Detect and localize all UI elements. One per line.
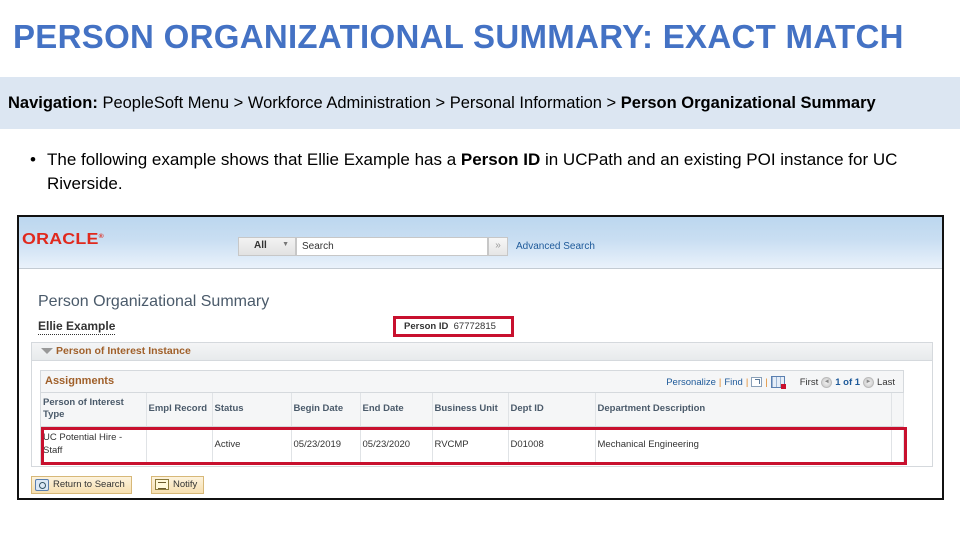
column-header-spacer xyxy=(891,393,904,427)
pager-text: 1 of 1 xyxy=(835,377,860,388)
cell-poi-type: UC Potential Hire - Staff xyxy=(41,426,147,462)
search-scope-value: All xyxy=(254,240,267,251)
bullet-icon: • xyxy=(30,150,36,169)
search-go-button[interactable]: » xyxy=(488,237,508,256)
oracle-logo-text: ORACLE xyxy=(22,231,99,248)
grid-tools: Personalize | Find | | First ◄ 1 of 1 ► … xyxy=(666,376,895,389)
person-name[interactable]: Ellie Example xyxy=(38,319,116,335)
bullet-text: The following example shows that Ellie E… xyxy=(47,148,917,196)
poi-section-title: Person of Interest Instance xyxy=(56,345,191,357)
person-id-label: Person ID xyxy=(404,321,449,332)
first-link[interactable]: First xyxy=(800,377,818,388)
navigation-label: Navigation: xyxy=(8,94,98,112)
column-header: End Date xyxy=(360,393,433,427)
navigation-path: Navigation: PeopleSoft Menu > Workforce … xyxy=(8,94,876,113)
chevron-down-icon: ▼ xyxy=(282,241,289,248)
page-title: Person Organizational Summary xyxy=(38,293,270,310)
registered-mark: ® xyxy=(98,233,104,240)
last-link[interactable]: Last xyxy=(877,377,895,388)
notify-icon xyxy=(155,479,169,490)
search-input[interactable]: Search xyxy=(296,237,488,256)
column-header: Business Unit xyxy=(432,393,509,427)
peoplesoft-screenshot: ORACLE® All ▼ Search » Advanced Search Pe… xyxy=(17,215,944,500)
personalize-link[interactable]: Personalize xyxy=(666,377,716,388)
column-header: Person of Interest Type xyxy=(41,393,147,427)
oracle-logo: ORACLE® xyxy=(22,231,104,249)
find-link[interactable]: Find xyxy=(724,377,742,388)
grid-title: Assignments xyxy=(45,375,115,387)
person-id-highlight: Person ID 67772815 xyxy=(393,316,514,337)
previous-arrow-icon[interactable]: ◄ xyxy=(821,376,833,388)
app-header: ORACLE® All ▼ Search » Advanced Search xyxy=(19,217,942,269)
cell-begin-date: 05/23/2019 xyxy=(291,426,361,462)
return-to-search-label: Return to Search xyxy=(53,479,125,490)
cell-status: Active xyxy=(212,426,292,462)
separator: | xyxy=(718,376,722,388)
separator: | xyxy=(745,376,749,388)
cell-empl-record xyxy=(146,426,213,462)
assignments-grid: Assignments Personalize | Find | | First… xyxy=(40,370,907,465)
assignments-table: Person of Interest Type Empl Record Stat… xyxy=(41,393,904,462)
table-header-row: Person of Interest Type Empl Record Stat… xyxy=(41,393,904,427)
person-id-value: 67772815 xyxy=(453,321,496,332)
navigation-current: Person Organizational Summary xyxy=(620,94,876,112)
advanced-search-link[interactable]: Advanced Search xyxy=(516,241,595,252)
cell-spacer xyxy=(891,426,904,462)
search-scope-select[interactable]: All ▼ xyxy=(238,237,296,256)
column-header: Dept ID xyxy=(508,393,596,427)
return-search-icon xyxy=(35,479,49,491)
column-header: Status xyxy=(212,393,292,427)
column-header: Empl Record xyxy=(146,393,213,427)
slide-title: PERSON ORGANIZATIONAL SUMMARY: EXACT MAT… xyxy=(13,18,904,55)
notify-label: Notify xyxy=(173,479,198,490)
separator: | xyxy=(765,376,768,388)
navigation-path-text: PeopleSoft Menu > Workforce Administrati… xyxy=(102,94,621,112)
cell-business-unit: RVCMP xyxy=(432,426,509,462)
cell-dept-description: Mechanical Engineering xyxy=(595,426,892,462)
poi-section-header[interactable]: Person of Interest Instance xyxy=(32,343,932,361)
bullet-text-before: The following example shows that Ellie E… xyxy=(47,150,461,169)
return-to-search-button[interactable]: Return to Search xyxy=(31,476,132,494)
notify-button[interactable]: Notify xyxy=(151,476,205,494)
download-excel-icon[interactable] xyxy=(770,376,786,389)
cell-end-date: 05/23/2020 xyxy=(360,426,433,462)
pager-count: 1 of 1 xyxy=(835,376,861,388)
poi-instance-section: Person of Interest Instance Assignments … xyxy=(31,342,933,467)
column-header: Begin Date xyxy=(291,393,361,427)
column-header: Department Description xyxy=(595,393,892,427)
bullet-text-bold: Person ID xyxy=(460,150,541,169)
cell-dept-id: D01008 xyxy=(508,426,596,462)
grid-toolbar: Assignments Personalize | Find | | First… xyxy=(41,371,903,393)
view-all-icon[interactable] xyxy=(751,377,763,387)
collapse-triangle-icon[interactable] xyxy=(41,348,53,354)
table-row[interactable]: UC Potential Hire - Staff Active 05/23/2… xyxy=(41,426,904,462)
next-arrow-icon[interactable]: ► xyxy=(863,376,875,388)
